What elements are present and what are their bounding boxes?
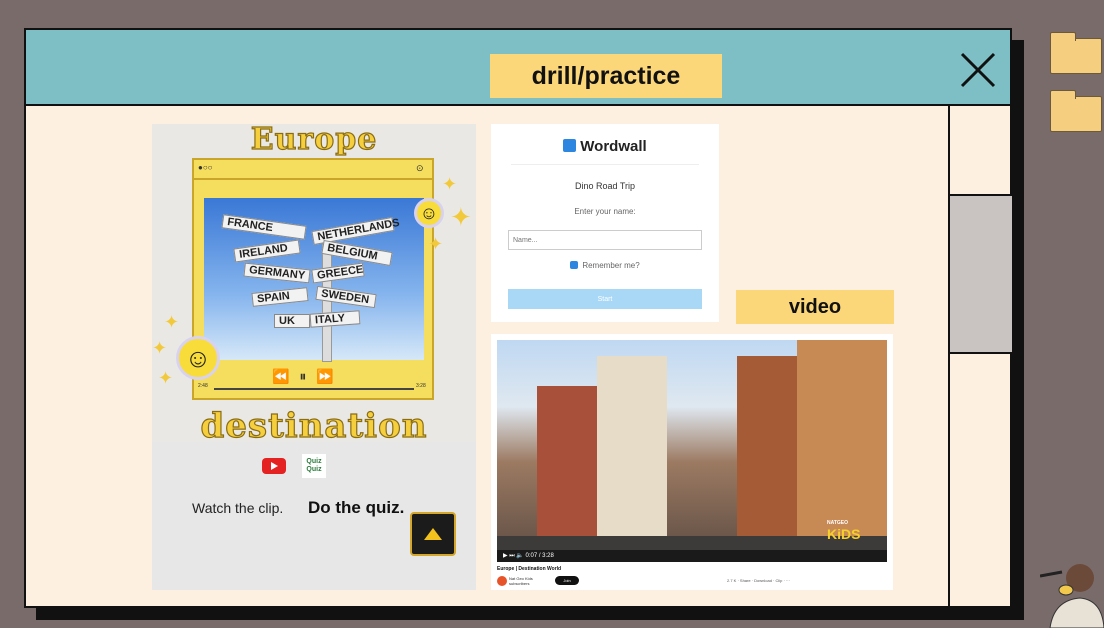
folder-icon[interactable]: [1050, 90, 1102, 132]
name-input[interactable]: [508, 230, 702, 250]
europe-destination-poster: Europe ●○○ ⊙ FRANCE NETHERLANDS IRELAND …: [152, 121, 476, 590]
time-right: 3:28: [416, 383, 426, 389]
title-bar: drill/practice: [26, 30, 1010, 106]
smiley-icon: ☺: [414, 198, 444, 228]
window-title: drill/practice: [490, 54, 722, 98]
quiz-instruction: Do the quiz.: [308, 498, 405, 517]
wordwall-logo: Wordwall: [491, 138, 719, 155]
video-title[interactable]: Europe | Destination World: [497, 566, 561, 572]
video-controls[interactable]: ▶ ⏭ 🔈 0:07 / 3:28: [497, 550, 887, 562]
youtube-video-panel: NATGEO KiDS ▶ ⏭ 🔈 0:07 / 3:28 Europe | De…: [491, 334, 893, 590]
poster-title: Europe: [250, 121, 378, 157]
video-time: 0:07 / 3:28: [525, 553, 554, 559]
wordwall-panel: Wordwall Dino Road Trip Enter your name:…: [491, 124, 719, 322]
building: [597, 356, 667, 536]
playback-controls-icon: ⏪⏸⏩: [272, 368, 344, 384]
sparkle-icon: ✦: [442, 174, 458, 194]
video-frame[interactable]: NATGEO KiDS ▶ ⏭ 🔈 0:07 / 3:28: [497, 340, 887, 562]
settings-icon: ⊙: [416, 163, 424, 173]
subscriber-count: subscribers: [509, 581, 530, 586]
watch-instruction: Watch the clip.: [192, 500, 284, 516]
player-top-bar: ●○○ ⊙: [194, 160, 432, 180]
signpost-photo: FRANCE NETHERLANDS IRELAND BELGIUM GERMA…: [204, 198, 424, 362]
window-dots-icon: ●○○: [198, 163, 213, 172]
game-title: Dino Road Trip: [574, 181, 636, 191]
folder-icon[interactable]: [1050, 32, 1102, 74]
natgeo-kids-logo: NATGEO KiDS: [827, 520, 860, 542]
sparkle-icon: ✦: [158, 368, 174, 388]
sparkle-icon: ✦: [450, 202, 472, 232]
sparkle-icon: ✦: [164, 312, 180, 332]
start-button[interactable]: Start: [508, 289, 702, 309]
play-icon[interactable]: ▶ ⏭ 🔈: [503, 553, 524, 559]
sign-belgium: BELGIUM: [321, 240, 393, 266]
sparkle-icon: ✦: [428, 234, 444, 254]
divider: [511, 164, 699, 165]
time-left: 2:48: [198, 383, 208, 389]
building: [797, 340, 887, 536]
remember-label: Remember me?: [582, 261, 640, 270]
quizquiz-icon: Quiz Quiz: [302, 454, 326, 478]
name-prompt: Enter your name:: [574, 207, 636, 216]
sign-france: FRANCE: [221, 214, 307, 240]
window-divider: [948, 106, 950, 606]
video-label: video: [736, 290, 894, 324]
wordwall-brand: Wordwall: [580, 138, 647, 155]
poster-subtitle: destination: [200, 405, 428, 446]
presenter-avatar: [1040, 564, 1104, 628]
youtube-icon: [262, 458, 286, 474]
sign-greece: GREECE: [311, 262, 365, 284]
sign-germany: GERMANY: [243, 262, 311, 284]
scrollbar-thumb[interactable]: [950, 194, 1012, 354]
channel-name[interactable]: Nat Geo Kids subscribers: [509, 576, 533, 586]
channel-avatar[interactable]: [497, 576, 507, 586]
close-icon[interactable]: [958, 50, 998, 90]
video-player-graphic: ●○○ ⊙ FRANCE NETHERLANDS IRELAND BELGIUM…: [192, 158, 434, 400]
checkbox-checked-icon[interactable]: [570, 261, 579, 269]
join-button[interactable]: Join: [555, 576, 579, 585]
sign-ireland: IRELAND: [233, 239, 301, 263]
sign-uk: UK: [274, 314, 310, 328]
seek-bar: [214, 388, 414, 390]
wordwall-icon: [563, 139, 577, 152]
kids-label: KiDS: [827, 526, 861, 542]
video-actions[interactable]: 2.7 K · Share · Download · Clip · ···: [727, 578, 790, 583]
remember-me-checkbox[interactable]: Remember me?: [491, 261, 719, 270]
scroll-up-button[interactable]: [410, 512, 456, 556]
sign-spain: SPAIN: [251, 287, 309, 307]
sign-italy: ITALY: [309, 310, 361, 328]
sparkle-icon: ✦: [152, 338, 168, 358]
smiley-icon: ☺: [176, 336, 220, 380]
